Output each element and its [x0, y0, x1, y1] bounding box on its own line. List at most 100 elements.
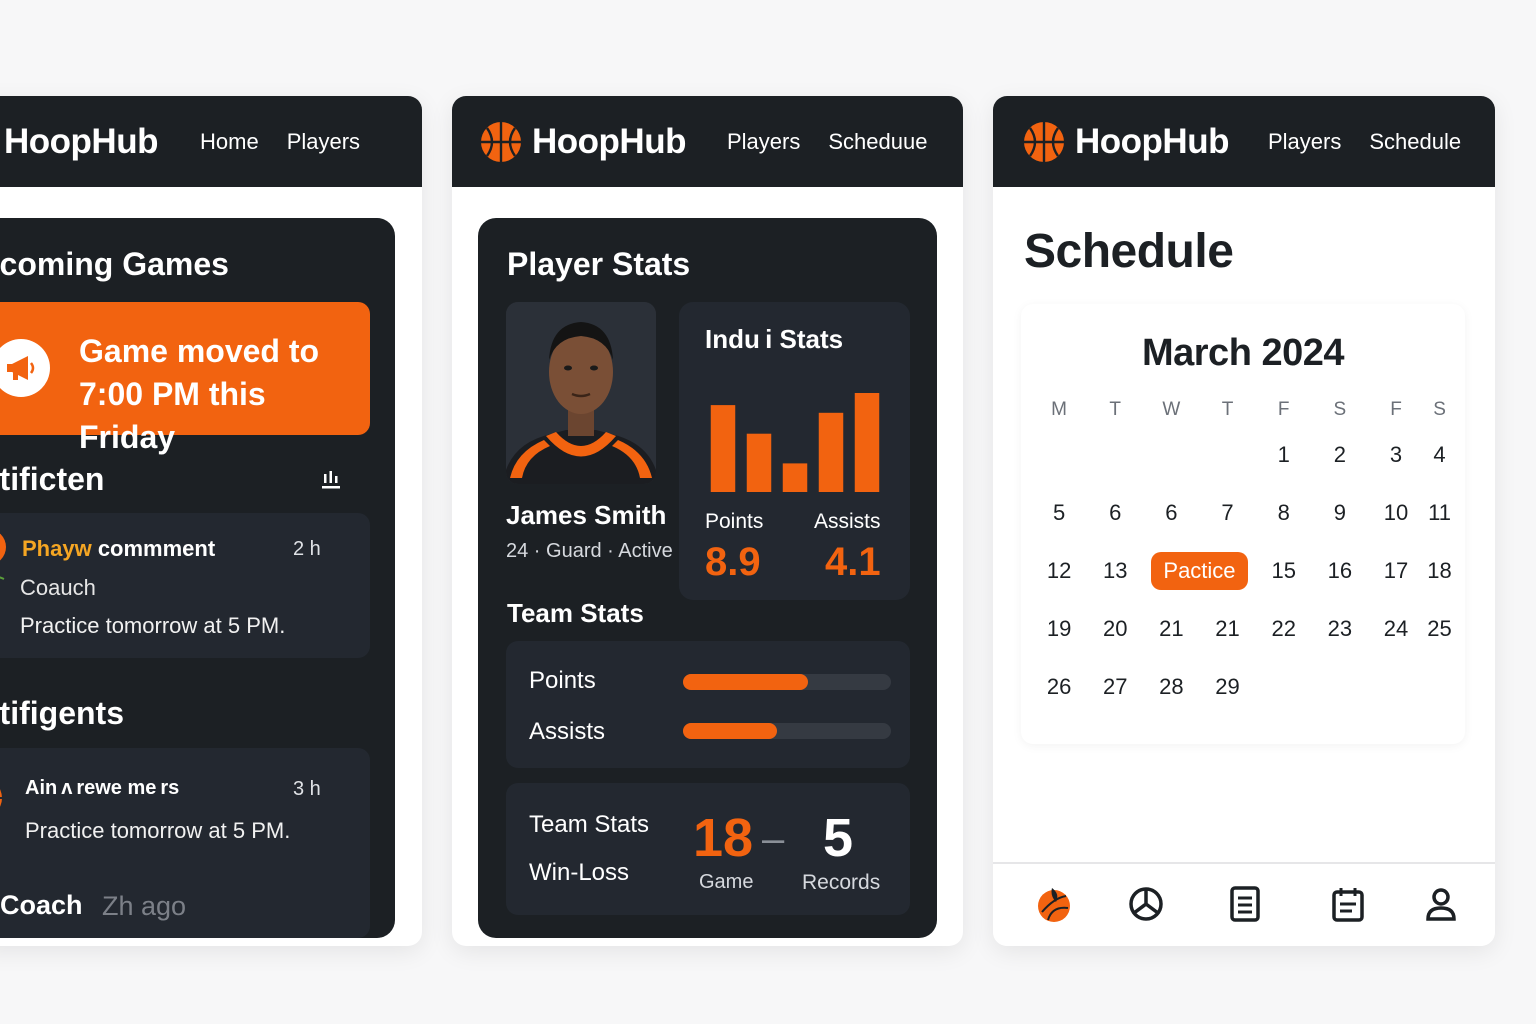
- calendar-day[interactable]: 2: [1312, 426, 1368, 484]
- record-label-2: Win-Loss: [529, 859, 630, 886]
- individual-stats-chart: [710, 393, 880, 492]
- player-name: James Smith: [506, 500, 667, 530]
- weekday: F: [1390, 399, 1402, 420]
- calendar-month[interactable]: March 2024: [1021, 332, 1465, 375]
- calendar-day[interactable]: [1368, 658, 1424, 716]
- record-label-1: Team Stats: [529, 811, 650, 838]
- calendar-day[interactable]: 6: [1087, 484, 1143, 542]
- individual-stats-title: Indu i Stats: [705, 324, 844, 354]
- calendar-day[interactable]: 28: [1143, 658, 1199, 716]
- nav-schedule[interactable]: Schedule: [1369, 129, 1461, 155]
- win-loss-record: Team Stats Win-Loss 18 – 5 Game Records: [506, 783, 910, 915]
- calendar-day[interactable]: 17: [1368, 542, 1424, 600]
- calendar-day[interactable]: 18: [1424, 542, 1455, 600]
- team-points-bar-fill: [683, 674, 808, 690]
- calendar-day[interactable]: 23: [1312, 600, 1368, 658]
- assists-value: 4.1: [825, 540, 881, 584]
- author-name: Phayw: [22, 536, 92, 561]
- calendar-day[interactable]: 19: [1031, 600, 1087, 658]
- chart-bar: [746, 433, 772, 492]
- assists-label: Assists: [814, 510, 881, 533]
- points-label: Points: [705, 510, 764, 533]
- chart-bar: [818, 412, 844, 492]
- calendar-day[interactable]: 12: [1031, 542, 1087, 600]
- losses-value: 5: [823, 808, 854, 868]
- calendar-day[interactable]: 15: [1256, 542, 1312, 600]
- calendar-day[interactable]: [1031, 426, 1087, 484]
- nav-players[interactable]: Players: [287, 129, 360, 155]
- schedule-screen: HoopHub Players Schedule Schedule March …: [993, 96, 1495, 946]
- basketball-icon[interactable]: [1126, 884, 1166, 924]
- calendar-day[interactable]: 13: [1087, 542, 1143, 600]
- calendar-day[interactable]: 22: [1256, 600, 1312, 658]
- avatar: [0, 533, 10, 580]
- calendar-day[interactable]: 29: [1199, 658, 1255, 716]
- notification-item[interactable]: Phayw commment 2 h Coauch Practice tomor…: [0, 513, 370, 658]
- team-stats-title: Team Stats: [507, 598, 644, 628]
- author-action: commment: [91, 536, 216, 561]
- brand[interactable]: HoopHub: [480, 96, 686, 187]
- team-stats-bars: Points Assists: [506, 641, 910, 768]
- nav-home[interactable]: Home: [200, 129, 259, 155]
- roster-icon[interactable]: [1225, 884, 1265, 924]
- calendar-day[interactable]: 1: [1256, 426, 1312, 484]
- calendar-day[interactable]: 21: [1143, 600, 1199, 658]
- calendar-day[interactable]: [1312, 658, 1368, 716]
- alert-line-1: Game moved to: [79, 333, 320, 369]
- basketball-logo-icon: [1024, 121, 1064, 162]
- calendar-day[interactable]: [1087, 426, 1143, 484]
- calendar-day[interactable]: 20: [1087, 600, 1143, 658]
- calendar-icon[interactable]: [1328, 884, 1368, 924]
- calendar-day[interactable]: 6: [1143, 484, 1199, 542]
- calendar-day[interactable]: 26: [1031, 658, 1087, 716]
- megaphone-icon: [0, 339, 50, 397]
- filter-icon[interactable]: [320, 468, 342, 490]
- calendar-day[interactable]: 8: [1256, 484, 1312, 542]
- game-alert-banner[interactable]: Game moved to 7:00 PM this Friday: [0, 302, 370, 455]
- calendar-day[interactable]: 10: [1368, 484, 1424, 542]
- calendar-day[interactable]: 27: [1087, 658, 1143, 716]
- calendar-day[interactable]: 3: [1368, 426, 1424, 484]
- weekday: S: [1433, 399, 1446, 420]
- top-nav: Home Players: [200, 96, 360, 187]
- calendar: March 2024 M T W T F S F S 1 2 3 4 5 6 6…: [1021, 304, 1465, 744]
- calendar-day[interactable]: 24: [1368, 600, 1424, 658]
- brand[interactable]: HoopHub: [1023, 96, 1229, 187]
- brand[interactable]: HoopHub: [4, 96, 158, 187]
- calendar-day[interactable]: 21: [1199, 600, 1255, 658]
- wins-value: 18: [693, 808, 754, 868]
- notification-message: Practice tomorrow at 5 PM.: [25, 818, 291, 843]
- notification-author: Coach: [0, 890, 83, 920]
- notification-role: Coauch: [20, 575, 96, 600]
- notification-author: Phayw commment: [22, 536, 215, 562]
- calendar-day[interactable]: [1256, 658, 1312, 716]
- basketball-logo-icon: [481, 121, 521, 162]
- calendar-day[interactable]: [1424, 658, 1455, 716]
- basketball-icon: [0, 776, 4, 820]
- player-meta: 24 · Guard · Active: [506, 540, 673, 562]
- nav-players[interactable]: Players: [1268, 129, 1341, 155]
- weekday: S: [1333, 399, 1347, 420]
- calendar-day[interactable]: 16: [1312, 542, 1368, 600]
- team-assists-bar-fill: [683, 723, 777, 739]
- calendar-day[interactable]: [1143, 426, 1199, 484]
- notification-item[interactable]: Ain ʌ rewe me rs 3 h Practice tomorrow a…: [0, 748, 370, 938]
- top-nav: Players Scheduue: [727, 96, 927, 187]
- brand-name: HoopHub: [4, 121, 158, 161]
- calendar-day[interactable]: 7: [1199, 484, 1255, 542]
- chart-bar: [710, 405, 736, 492]
- nav-players[interactable]: Players: [727, 129, 800, 155]
- calendar-day[interactable]: 11: [1424, 484, 1455, 542]
- top-bar: HoopHub Players Schedule: [993, 96, 1495, 187]
- calendar-day[interactable]: [1199, 426, 1255, 484]
- practice-event[interactable]: Pactice: [1151, 552, 1248, 590]
- nav-schedule[interactable]: Scheduue: [828, 129, 927, 155]
- basketball-flame-icon[interactable]: [1034, 884, 1074, 924]
- calendar-day[interactable]: 25: [1424, 600, 1455, 658]
- notification-time: 3 h: [293, 778, 321, 800]
- calendar-day[interactable]: 9: [1312, 484, 1368, 542]
- calendar-day[interactable]: 5: [1031, 484, 1087, 542]
- top-nav: Players Schedule: [1268, 96, 1461, 187]
- calendar-day[interactable]: 4: [1424, 426, 1455, 484]
- profile-icon[interactable]: [1421, 884, 1461, 924]
